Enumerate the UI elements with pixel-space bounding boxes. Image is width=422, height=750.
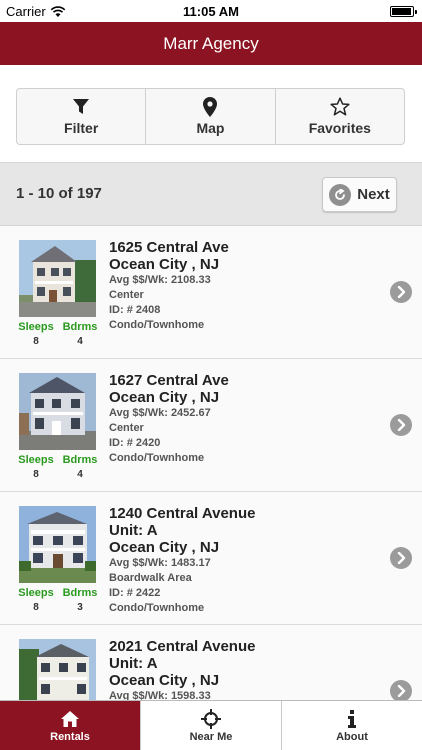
property-photo	[19, 240, 96, 317]
property-type: Condo/Townhome	[109, 602, 205, 614]
sleeps-stat: Sleeps 8	[14, 321, 58, 347]
listing-info: 2021 Central Avenue Unit: A Ocean City ,…	[109, 638, 379, 700]
bdrms-stat: Bdrms 4	[58, 321, 102, 347]
crosshair-icon	[201, 708, 221, 729]
sleeps-value: 8	[33, 336, 39, 347]
clock: 11:05 AM	[183, 4, 239, 19]
listing-stats: Sleeps 8 Bdrms 4	[14, 454, 102, 480]
home-icon	[60, 709, 80, 729]
map-button[interactable]: Map	[146, 89, 276, 144]
sleeps-label: Sleeps	[18, 587, 54, 599]
bdrms-value: 4	[77, 336, 83, 347]
bdrms-label: Bdrms	[62, 454, 98, 466]
address-line: Ocean City , NJ	[109, 672, 220, 689]
chevron-right-icon[interactable]	[390, 414, 412, 436]
address-line: Ocean City , NJ	[109, 389, 220, 406]
bdrms-value: 3	[77, 602, 83, 613]
property-photo	[19, 506, 96, 583]
toolbar-panel: Filter Map Favorites	[0, 65, 422, 162]
address-line: 1627 Central Ave	[109, 372, 229, 389]
listing-id: ID: # 2408	[109, 304, 161, 316]
status-bar: Carrier 11:05 AM	[0, 0, 422, 22]
address-line: Ocean City , NJ	[109, 539, 220, 556]
sleeps-value: 8	[33, 602, 39, 613]
listing-id: ID: # 2420	[109, 437, 161, 449]
address-line: Unit: A	[109, 522, 158, 539]
chevron-right-icon[interactable]	[390, 281, 412, 303]
next-arrow-icon	[329, 183, 352, 206]
address-line: Unit: A	[109, 655, 158, 672]
listing-stats: Sleeps 8 Bdrms 4	[14, 321, 102, 347]
list-item[interactable]: 2021 Central Avenue Unit: A Ocean City ,…	[0, 625, 422, 700]
bdrms-stat: Bdrms 4	[58, 454, 102, 480]
chevron-right-icon[interactable]	[390, 680, 412, 700]
bdrms-stat: Bdrms 3	[58, 587, 102, 613]
avg-price: Avg $$/Wk: 2452.67	[109, 407, 211, 419]
next-label: Next	[357, 186, 390, 203]
bdrms-value: 4	[77, 469, 83, 480]
tab-label: Rentals	[50, 730, 90, 743]
favorites-label: Favorites	[308, 120, 371, 136]
property-photo	[19, 639, 96, 700]
next-button[interactable]: Next	[322, 177, 397, 212]
chevron-right-icon[interactable]	[390, 547, 412, 569]
address-line: 1625 Central Ave	[109, 239, 229, 256]
property-photo	[19, 373, 96, 450]
sleeps-label: Sleeps	[18, 454, 54, 466]
sleeps-stat: Sleeps 8	[14, 454, 58, 480]
star-icon	[330, 97, 350, 117]
list-item[interactable]: Sleeps 8 Bdrms 4 1625 Central Ave Ocean …	[0, 226, 422, 359]
map-label: Map	[196, 120, 225, 136]
bdrms-label: Bdrms	[62, 321, 98, 333]
info-icon	[347, 709, 357, 729]
area-label: Center	[109, 422, 144, 434]
pagination-bar: 1 - 10 of 197 Next	[0, 162, 422, 226]
listing-info: 1625 Central Ave Ocean City , NJ Avg $$/…	[109, 239, 379, 333]
list-item[interactable]: Sleeps 8 Bdrms 3 1240 Central Avenue Uni…	[0, 492, 422, 625]
filter-label: Filter	[64, 120, 99, 136]
avg-price: Avg $$/Wk: 1598.33	[109, 690, 211, 700]
avg-price: Avg $$/Wk: 2108.33	[109, 274, 211, 286]
battery-icon	[390, 6, 417, 17]
listing-info: 1240 Central Avenue Unit: A Ocean City ,…	[109, 505, 379, 616]
address-line: 1240 Central Avenue	[109, 505, 256, 522]
favorites-button[interactable]: Favorites	[276, 89, 404, 144]
listing-info: 1627 Central Ave Ocean City , NJ Avg $$/…	[109, 372, 379, 466]
property-type: Condo/Townhome	[109, 319, 205, 331]
address-line: 2021 Central Avenue	[109, 638, 256, 655]
avg-price: Avg $$/Wk: 1483.17	[109, 557, 211, 569]
result-count: 1 - 10 of 197	[16, 185, 102, 202]
tab-bar: Rentals Near Me About	[0, 700, 422, 750]
toolbar-segmented: Filter Map Favorites	[16, 88, 405, 145]
tab-label: Near Me	[189, 730, 233, 743]
sleeps-value: 8	[33, 469, 39, 480]
property-type: Condo/Townhome	[109, 452, 205, 464]
listing-id: ID: # 2422	[109, 587, 161, 599]
listing-stats: Sleeps 8 Bdrms 3	[14, 587, 102, 613]
tab-about[interactable]: About	[282, 701, 422, 750]
bdrms-label: Bdrms	[62, 587, 98, 599]
listing-list: Sleeps 8 Bdrms 4 1625 Central Ave Ocean …	[0, 226, 422, 700]
sleeps-stat: Sleeps 8	[14, 587, 58, 613]
map-pin-icon	[203, 97, 218, 117]
tab-rentals[interactable]: Rentals	[0, 701, 141, 750]
area-label: Center	[109, 289, 144, 301]
sleeps-label: Sleeps	[18, 321, 54, 333]
filter-icon	[72, 97, 90, 117]
list-item[interactable]: Sleeps 8 Bdrms 4 1627 Central Ave Ocean …	[0, 359, 422, 492]
tab-label: About	[336, 730, 368, 743]
tab-near-me[interactable]: Near Me	[141, 701, 282, 750]
area-label: Boardwalk Area	[109, 572, 192, 584]
address-line: Ocean City , NJ	[109, 256, 220, 273]
filter-button[interactable]: Filter	[17, 89, 147, 144]
page-title: Marr Agency	[0, 22, 422, 65]
